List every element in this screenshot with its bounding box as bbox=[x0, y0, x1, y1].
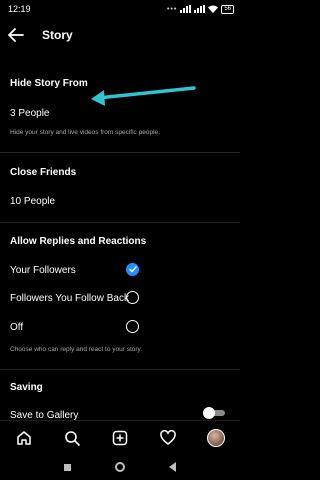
search-icon bbox=[65, 430, 80, 446]
status-icons: ••• 56 bbox=[166, 4, 234, 14]
home-icon bbox=[17, 430, 31, 445]
profile-avatar bbox=[207, 428, 225, 447]
radio-off[interactable] bbox=[126, 320, 139, 333]
bottom-nav bbox=[0, 420, 240, 454]
nav-profile[interactable] bbox=[204, 426, 228, 450]
divider bbox=[0, 369, 240, 370]
battery-icon: 56 bbox=[221, 4, 234, 14]
status-time: 12:19 bbox=[8, 4, 31, 14]
nav-home[interactable] bbox=[12, 426, 36, 450]
close-friends-value[interactable]: 10 People bbox=[10, 196, 55, 207]
toggle-knob bbox=[203, 407, 215, 419]
wifi-icon bbox=[208, 5, 219, 13]
nav-activity[interactable] bbox=[156, 426, 180, 450]
reply-option-your-followers[interactable]: Your Followers bbox=[10, 265, 76, 276]
radio-follow-back[interactable] bbox=[126, 291, 139, 304]
divider bbox=[0, 222, 240, 223]
annotation-arrow bbox=[91, 86, 196, 106]
add-post-icon bbox=[112, 430, 128, 445]
header: Story bbox=[0, 18, 240, 52]
radio-your-followers-selected[interactable] bbox=[126, 263, 139, 276]
nav-add-post[interactable] bbox=[108, 426, 132, 450]
signal-icon-2 bbox=[194, 5, 206, 13]
home-system-icon[interactable] bbox=[115, 462, 125, 472]
back-button[interactable] bbox=[6, 25, 26, 45]
status-bar: 12:19 ••• 56 bbox=[0, 0, 240, 18]
checkmark-icon bbox=[128, 266, 137, 273]
divider bbox=[0, 152, 240, 153]
reply-option-follow-back[interactable]: Followers You Follow Back bbox=[10, 293, 129, 304]
saving-title: Saving bbox=[10, 382, 43, 393]
system-nav-bar bbox=[0, 454, 240, 480]
hide-story-description: Hide your story and live videos from spe… bbox=[10, 129, 160, 136]
recents-icon[interactable] bbox=[64, 463, 71, 471]
close-friends-title: Close Friends bbox=[10, 167, 77, 178]
replies-title: Allow Replies and Reactions bbox=[10, 236, 147, 247]
page-title: Story bbox=[42, 28, 73, 42]
back-system-icon[interactable] bbox=[169, 462, 176, 472]
save-to-gallery-toggle[interactable] bbox=[203, 407, 225, 419]
replies-description: Choose who can reply and react to your s… bbox=[10, 346, 143, 353]
notification-dots: ••• bbox=[166, 5, 178, 13]
signal-icon bbox=[180, 5, 192, 13]
hide-story-value[interactable]: 3 People bbox=[10, 108, 49, 119]
nav-search[interactable] bbox=[60, 426, 84, 450]
heart-icon bbox=[160, 429, 176, 445]
reply-option-off[interactable]: Off bbox=[10, 322, 23, 333]
back-arrow-icon bbox=[8, 28, 24, 42]
hide-story-title: Hide Story From bbox=[10, 78, 88, 89]
